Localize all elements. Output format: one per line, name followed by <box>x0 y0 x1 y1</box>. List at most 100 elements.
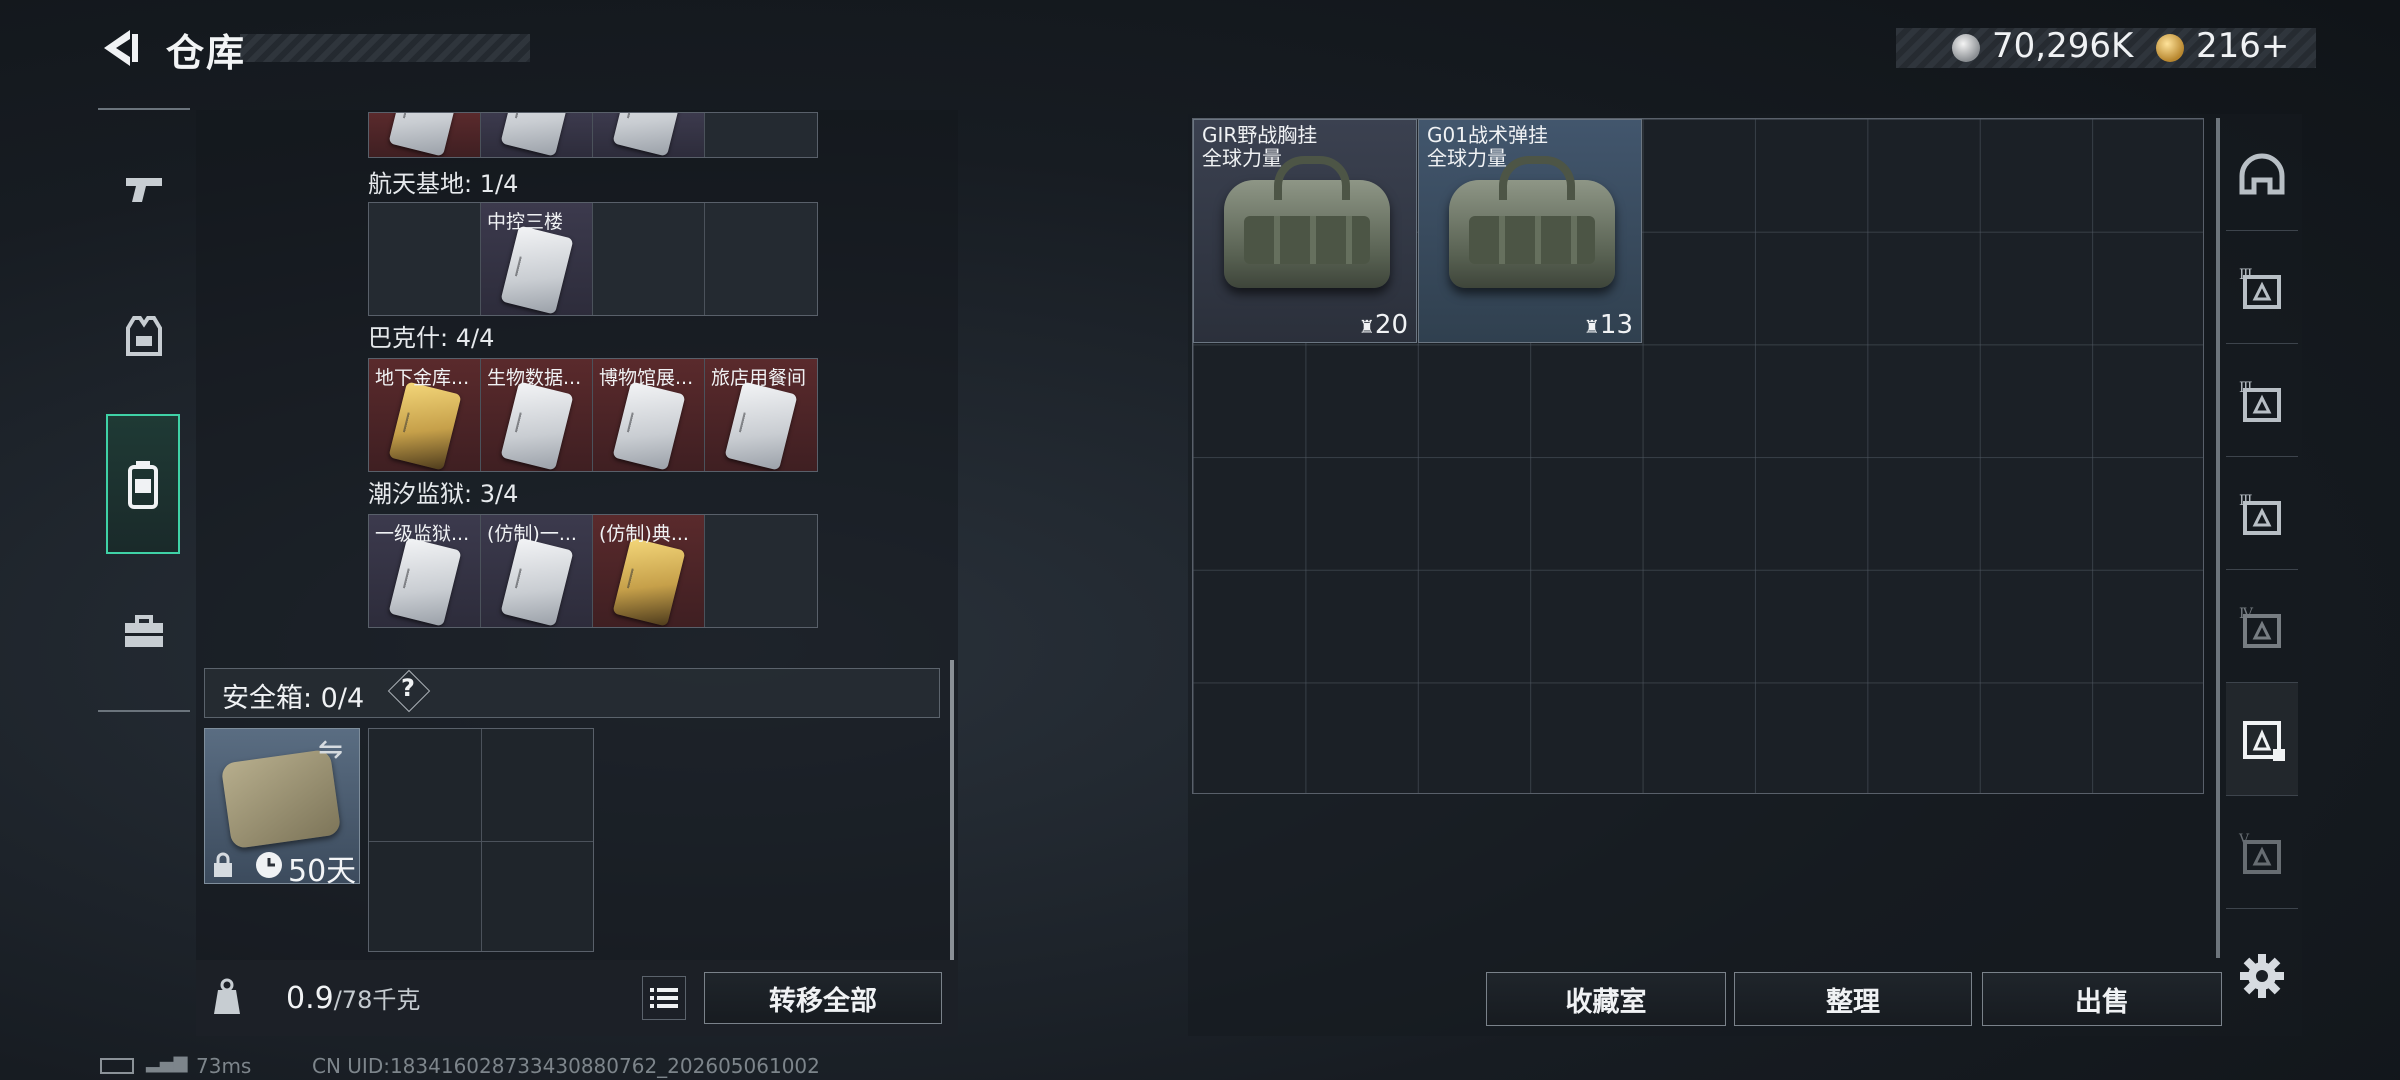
uid-readout: CN UID:183416028733430880762_20260506100… <box>312 1054 820 1078</box>
transfer-all-button[interactable]: 转移全部 <box>704 972 942 1024</box>
keycard-label: 一级监狱... <box>375 523 470 545</box>
keycard-image <box>500 381 574 471</box>
swap-icon[interactable]: ⇋ <box>318 732 343 767</box>
back-icon[interactable] <box>96 24 144 72</box>
collection-room-button[interactable]: 收藏室 <box>1486 972 1726 1026</box>
silver-currency: 70,296K <box>1992 26 2134 66</box>
stash-tab-tier3-b[interactable]: Ⅲ <box>2226 344 2298 457</box>
keycard-image <box>388 113 462 157</box>
collection-cell[interactable] <box>481 113 593 157</box>
nav-divider-top <box>98 108 190 110</box>
nav-toolbox-tab[interactable] <box>98 586 190 678</box>
collection-cell[interactable]: 地下金库... <box>369 359 481 471</box>
ping-readout: 73ms <box>196 1054 252 1078</box>
nav-bag-tab[interactable] <box>106 414 180 554</box>
list-icon <box>650 988 678 1008</box>
weight-current: 0.9 <box>286 981 334 1016</box>
collection-section-label: 巴克什: 4/4 <box>368 324 495 352</box>
collection-cell[interactable]: 旅店用餐间 <box>705 359 817 471</box>
keycard-label: 博物馆展... <box>599 367 694 389</box>
nav-weapon-tab[interactable] <box>98 142 190 234</box>
toolbox-icon <box>125 615 163 647</box>
keycard-image <box>388 381 462 471</box>
stash-item-chest-rig[interactable]: GIR野战胸挂 全球力量 ♜20 <box>1193 119 1417 343</box>
gear-icon[interactable] <box>2238 952 2286 1000</box>
keycard-image <box>612 113 686 157</box>
item-count-value: 20 <box>1374 310 1408 340</box>
keycard-image <box>612 381 686 471</box>
stash-scrollbar[interactable] <box>2216 118 2220 958</box>
collection-cell[interactable]: 中控三楼 <box>481 203 593 315</box>
battery-icon <box>100 1058 134 1074</box>
collection-section-label: 潮汐监狱: 3/4 <box>368 480 519 508</box>
stash-tab-all[interactable] <box>2226 118 2298 231</box>
collection-row: 地下金库... 生物数据... 博物馆展... 旅店用餐间 <box>368 358 818 472</box>
weight-icon <box>214 978 240 1014</box>
stash-tab-tier4[interactable]: Ⅳ <box>2226 570 2298 683</box>
collection-cell[interactable]: (仿制)典... <box>593 515 705 627</box>
backpack-icon <box>128 461 158 509</box>
item-image <box>1449 156 1615 288</box>
stash-tab-tier5[interactable]: Ⅴ <box>2226 796 2298 909</box>
tier5-rig-icon: Ⅴ <box>2238 832 2281 874</box>
sort-button[interactable]: 整理 <box>1734 972 1972 1026</box>
signal-icon: ▂▄▆ <box>146 1052 188 1073</box>
title-stripe <box>240 34 530 62</box>
gold-coin-icon <box>2156 34 2184 62</box>
keycard-label: 中控三楼 <box>487 211 564 233</box>
collection-cell[interactable] <box>593 203 705 315</box>
gold-currency[interactable]: 216+ <box>2196 26 2289 66</box>
safe-days-remaining: 50天 <box>288 854 357 889</box>
rig-icon <box>2243 721 2285 761</box>
keycard-image <box>500 225 574 315</box>
collection-row-partial <box>368 112 818 158</box>
keycard-label: 旅店用餐间 <box>711 367 807 389</box>
collection-cell[interactable] <box>369 203 481 315</box>
help-question-mark: ? <box>401 674 415 702</box>
safe-box-label: 安全箱: 0/4 <box>222 683 365 714</box>
keycard-label: (仿制)一... <box>487 523 577 545</box>
stash-tab-selected[interactable] <box>2226 683 2298 796</box>
stash-tab-tier3-a[interactable]: Ⅲ <box>2226 231 2298 344</box>
clock-icon <box>256 852 282 878</box>
item-name-line1: GIR野战胸挂 <box>1202 123 1318 147</box>
collection-cell[interactable]: 博物馆展... <box>593 359 705 471</box>
collection-cell[interactable]: 一级监狱... <box>369 515 481 627</box>
stash-item-tactical-rig[interactable]: G01战术弹挂 全球力量 ♜13 <box>1418 119 1642 343</box>
collection-cell[interactable] <box>593 113 705 157</box>
durability-icon: ♜ <box>1358 317 1375 338</box>
item-durability: ♜13 <box>1584 310 1633 340</box>
tier3-rig-icon: Ⅲ <box>2239 267 2281 309</box>
collection-cell[interactable]: (仿制)一... <box>481 515 593 627</box>
inventory-scrollbar[interactable] <box>950 660 954 960</box>
pistol-icon <box>126 178 162 202</box>
silver-coin-icon <box>1952 34 1980 62</box>
helmet-icon <box>2239 153 2285 195</box>
collection-section-label: 航天基地: 1/4 <box>368 170 519 198</box>
collection-cell[interactable] <box>369 113 481 157</box>
sell-button[interactable]: 出售 <box>1982 972 2222 1026</box>
durability-icon: ♜ <box>1583 317 1600 338</box>
keycard-image <box>500 537 574 627</box>
item-count-value: 13 <box>1599 310 1633 340</box>
collection-cell[interactable]: 生物数据... <box>481 359 593 471</box>
keycard-label: 生物数据... <box>487 367 582 389</box>
tier4-rig-icon: Ⅳ <box>2239 606 2281 648</box>
keycard-image <box>500 113 574 157</box>
collection-cell[interactable] <box>705 515 817 627</box>
list-view-button[interactable] <box>642 976 686 1020</box>
item-image <box>1224 156 1390 288</box>
safe-box-grid[interactable] <box>368 728 594 952</box>
nav-armor-tab[interactable] <box>98 290 190 382</box>
collection-cell[interactable] <box>705 203 817 315</box>
collection-cell[interactable] <box>705 113 817 157</box>
stash-tab-tier3-c[interactable]: Ⅲ <box>2226 457 2298 570</box>
lock-icon <box>214 852 232 877</box>
collection-row: 中控三楼 <box>368 202 818 316</box>
armor-vest-icon <box>126 316 162 356</box>
item-durability: ♜20 <box>1359 310 1408 340</box>
keycard-image <box>388 537 462 627</box>
nav-divider-bottom <box>98 710 190 712</box>
keycard-label: 地下金库... <box>375 367 470 389</box>
weight-readout: 0.9/78千克 <box>286 980 420 1016</box>
